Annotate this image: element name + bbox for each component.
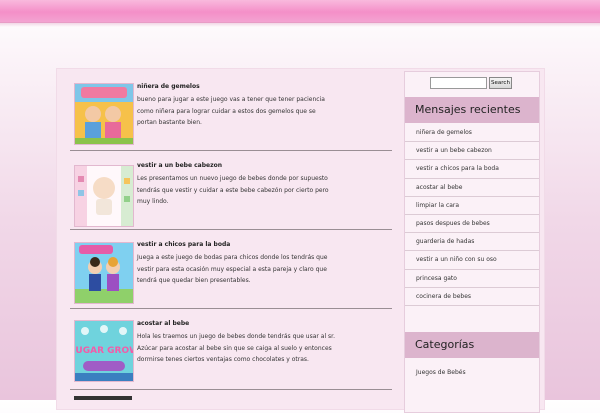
post-title[interactable]: vestir a un bebe cabezon xyxy=(137,162,222,169)
recent-posts-heading: Mensajes recientes xyxy=(405,97,539,123)
recent-post-link[interactable]: guarderia de hadas xyxy=(405,233,539,252)
recent-post-link[interactable]: vestir a un bebe cabezon xyxy=(405,142,539,161)
sugar-grow-image: SUGAR GROW xyxy=(75,321,133,381)
recent-post-link[interactable]: acostar al bebe xyxy=(405,179,539,197)
recent-post-link[interactable]: vestir a un niño con su oso xyxy=(405,251,539,270)
post-thumbnail-twins[interactable] xyxy=(74,83,134,145)
recent-post-link[interactable]: princesa gato xyxy=(405,270,539,288)
recent-post-link[interactable]: pasos despues de bebes xyxy=(405,215,539,234)
recent-post-link[interactable]: vestir a chicos para la boda xyxy=(405,160,539,179)
post-list: niñera de gemelos bueno para jugar a est… xyxy=(70,74,392,410)
post-item: vestir a chicos para la boda Juega a est… xyxy=(70,230,392,309)
post-thumbnail-sugar[interactable]: SUGAR GROW xyxy=(74,320,134,382)
recent-post-link[interactable]: cocinera de bebes xyxy=(405,288,539,306)
post-thumbnail-partial[interactable] xyxy=(74,396,132,400)
post-item: SUGAR GROW acostar al bebe Hola les trae… xyxy=(70,309,392,390)
post-excerpt: Hola les traemos un juego de bebes donde… xyxy=(137,333,335,363)
recent-posts-list: niñera de gemelos vestir a un bebe cabez… xyxy=(405,124,539,306)
header-shadow xyxy=(0,23,600,27)
category-link[interactable]: Juegos de Bebés xyxy=(405,364,539,382)
twins-game-image xyxy=(75,84,133,144)
recent-post-link[interactable]: limpiar la cara xyxy=(405,197,539,215)
recent-post-link[interactable]: niñera de gemelos xyxy=(405,124,539,143)
post-title[interactable]: vestir a chicos para la boda xyxy=(137,241,230,248)
wedding-dressup-image xyxy=(75,243,133,303)
post-item xyxy=(70,390,392,410)
post-thumbnail-baby[interactable] xyxy=(74,165,134,227)
post-thumbnail-wedding[interactable] xyxy=(74,242,134,304)
top-header-bar xyxy=(0,0,600,23)
post-title[interactable]: acostar al bebe xyxy=(137,320,189,327)
post-excerpt: Les presentamos un nuevo juego de bebes … xyxy=(137,175,329,205)
categories-heading: Categorías xyxy=(405,332,539,358)
sugar-grow-logo-text: SUGAR GROW xyxy=(75,346,133,356)
post-excerpt: bueno para jugar a este juego vas a tene… xyxy=(137,96,325,126)
search-button[interactable]: Search xyxy=(489,77,512,89)
search-input[interactable] xyxy=(430,77,487,89)
post-item: niñera de gemelos bueno para jugar a est… xyxy=(70,74,392,151)
post-excerpt: Juega a este juego de bodas para chicos … xyxy=(137,254,328,284)
post-title[interactable]: niñera de gemelos xyxy=(137,83,200,90)
post-item: vestir a un bebe cabezon Les presentamos… xyxy=(70,151,392,230)
baby-dressup-image xyxy=(75,166,133,226)
